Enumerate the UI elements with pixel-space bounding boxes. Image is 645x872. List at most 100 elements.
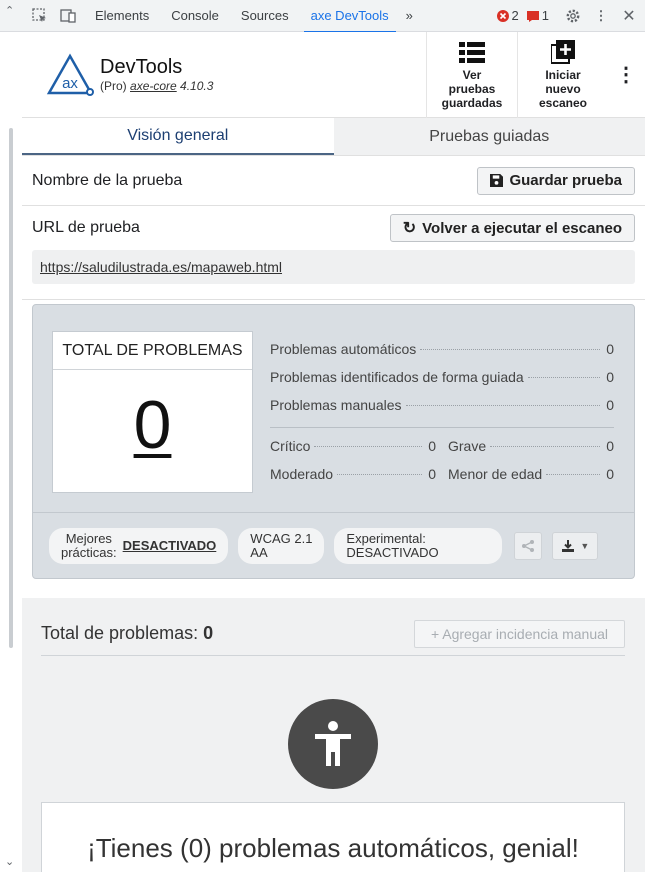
axe-menu-icon[interactable]: ⋮ — [608, 62, 644, 87]
issues-summary: TOTAL DE PROBLEMAS 0 Problemas automátic… — [32, 304, 635, 579]
stat-label: Moderado — [270, 466, 334, 482]
share-button[interactable] — [514, 531, 543, 560]
issues-list-section: Total de problemas: 0 + Agregar incidenc… — [22, 598, 645, 872]
best-practices-toggle[interactable]: Mejores prácticas: DESACTIVADO — [49, 527, 229, 564]
save-icon — [490, 174, 504, 187]
saved-tests-button[interactable]: Ver pruebas guardadas — [426, 32, 517, 118]
issues-total: Total de problemas: 0 — [41, 623, 213, 644]
axe-logo: ax DevTools (Pro) axe-core 4.10.3 — [22, 52, 426, 97]
issues-total-label: Total de problemas: — [41, 623, 199, 643]
tab-guided-tests[interactable]: Pruebas guiadas — [333, 118, 645, 155]
best-practices-label: Mejores prácticas: — [61, 530, 117, 560]
stat-value: 0 — [606, 466, 614, 482]
stat-value: 0 — [606, 438, 614, 454]
add-box-icon — [551, 38, 575, 66]
issue-breakdown: Problemas automáticos 0 Problemas identif… — [270, 335, 614, 488]
devtools-status: 2 1 ⋮ ✕ — [496, 6, 645, 26]
stat-label: Grave — [448, 438, 487, 454]
test-url-block: URL de prueba ↻ Volver a ejecutar el esc… — [22, 206, 645, 300]
new-scan-button[interactable]: Iniciar nuevo escaneo — [517, 32, 608, 118]
axe-tabs: Visión general Pruebas guiadas — [22, 118, 645, 156]
tab-axe-devtools[interactable]: axe DevTools — [300, 0, 400, 33]
close-icon[interactable]: ✕ — [619, 6, 639, 26]
settings-gear-icon[interactable] — [563, 6, 583, 26]
more-tabs-button[interactable]: » — [400, 0, 419, 32]
stat-label: Crítico — [270, 438, 311, 454]
more-options-icon[interactable]: ⋮ — [591, 6, 611, 26]
experimental-label: Experimental: — [346, 530, 426, 546]
device-toolbar-icon[interactable] — [58, 6, 78, 26]
test-name-label: Nombre de la prueba — [32, 171, 183, 189]
experimental-toggle[interactable]: Experimental: DESACTIVADO — [334, 527, 503, 564]
version-info: (Pro) axe-core 4.10.3 — [100, 79, 213, 93]
accessibility-icon — [288, 699, 378, 789]
stat-value: 0 — [606, 397, 614, 413]
list-icon — [459, 38, 485, 66]
chevron-down-icon: ▼ — [580, 540, 590, 551]
version-number: 4.10.3 — [180, 79, 214, 93]
tab-sources[interactable]: Sources — [230, 0, 300, 32]
scrollbar[interactable]: ⌃ ⌄ — [0, 5, 22, 872]
download-icon — [562, 539, 575, 552]
issue-count: 1 — [541, 8, 549, 23]
scroll-down-icon[interactable]: ⌄ — [5, 855, 14, 868]
stat-label: Menor de edad — [448, 466, 543, 482]
axe-core-link[interactable]: axe-core — [130, 79, 177, 93]
rerun-scan-label: Volver a ejecutar el escaneo — [422, 219, 622, 237]
new-scan-label: escaneo — [538, 95, 588, 110]
new-scan-label: Iniciar — [545, 67, 581, 82]
wcag-version: WCAG 2.1 — [250, 530, 313, 546]
scrollbar-thumb[interactable] — [9, 128, 13, 648]
save-test-button[interactable]: Guardar prueba — [477, 166, 635, 195]
issue-badge[interactable]: 1 — [526, 8, 549, 23]
tab-console[interactable]: Console — [160, 0, 230, 32]
share-icon — [522, 539, 535, 552]
error-badge[interactable]: 2 — [496, 8, 519, 23]
saved-tests-label: pruebas — [448, 81, 496, 96]
critical-row: Crítico 0 — [270, 432, 436, 460]
total-issues-card: TOTAL DE PROBLEMAS 0 — [52, 331, 253, 493]
test-name-row: Nombre de la prueba Guardar prueba — [22, 156, 645, 206]
save-test-label: Guardar prueba — [509, 172, 622, 189]
axe-header: ax DevTools (Pro) axe-core 4.10.3 Ver pr… — [22, 32, 645, 118]
best-practices-value[interactable]: DESACTIVADO — [123, 538, 217, 553]
guided-issues-row: Problemas identificados de forma guiada 0 — [270, 363, 614, 391]
issues-list-header: Total de problemas: 0 + Agregar incidenc… — [41, 612, 625, 656]
edition-label: (Pro) — [100, 79, 127, 93]
add-manual-issue-button[interactable]: + Agregar incidencia manual — [413, 619, 625, 648]
svg-text:ax: ax — [62, 75, 78, 92]
automatic-issues-row: Problemas automáticos 0 — [270, 335, 614, 363]
minor-row: Menor de edad 0 — [448, 460, 614, 488]
inspect-element-icon[interactable] — [30, 6, 50, 26]
saved-tests-label: guardadas — [441, 95, 503, 110]
summary-footer: Mejores prácticas: DESACTIVADO WCAG 2.1 … — [33, 512, 634, 578]
wcag-level: AA — [250, 544, 268, 560]
tab-overview[interactable]: Visión general — [22, 118, 334, 155]
scroll-up-icon[interactable]: ⌃ — [5, 4, 14, 17]
test-url-link[interactable]: https://saludilustrada.es/mapaweb.html — [40, 259, 282, 275]
stat-label: Problemas automáticos — [270, 341, 417, 357]
stat-value: 0 — [606, 369, 614, 385]
test-url-label: URL de prueba — [32, 219, 140, 236]
moderate-row: Moderado 0 — [270, 460, 436, 488]
tab-elements[interactable]: Elements — [84, 0, 160, 32]
export-dropdown-button[interactable]: ▼ — [552, 531, 599, 560]
no-issues-message: ¡Tienes (0) problemas automáticos, genia… — [41, 802, 625, 872]
best-practices-label-line: Mejores — [65, 530, 112, 546]
rerun-scan-button[interactable]: ↻ Volver a ejecutar el escaneo — [389, 214, 635, 242]
wcag-level-selector[interactable]: WCAG 2.1 AA — [238, 527, 325, 564]
error-count: 2 — [511, 8, 519, 23]
total-issues-value[interactable]: 0 — [53, 370, 252, 480]
refresh-icon: ↻ — [402, 220, 417, 237]
experimental-value: DESACTIVADO — [346, 544, 439, 560]
axe-logo-icon: ax — [46, 52, 94, 96]
serious-row: Grave 0 — [448, 432, 614, 460]
new-scan-label: nuevo — [545, 81, 581, 96]
stat-value: 0 — [606, 341, 614, 357]
issues-total-value: 0 — [203, 623, 214, 643]
total-issues-label: TOTAL DE PROBLEMAS — [53, 332, 252, 370]
product-title: DevTools — [100, 56, 183, 78]
devtools-toolbar: Elements Console Sources axe DevTools » … — [0, 0, 645, 33]
stat-value: 0 — [428, 466, 436, 482]
manual-issues-row: Problemas manuales 0 — [270, 391, 614, 419]
